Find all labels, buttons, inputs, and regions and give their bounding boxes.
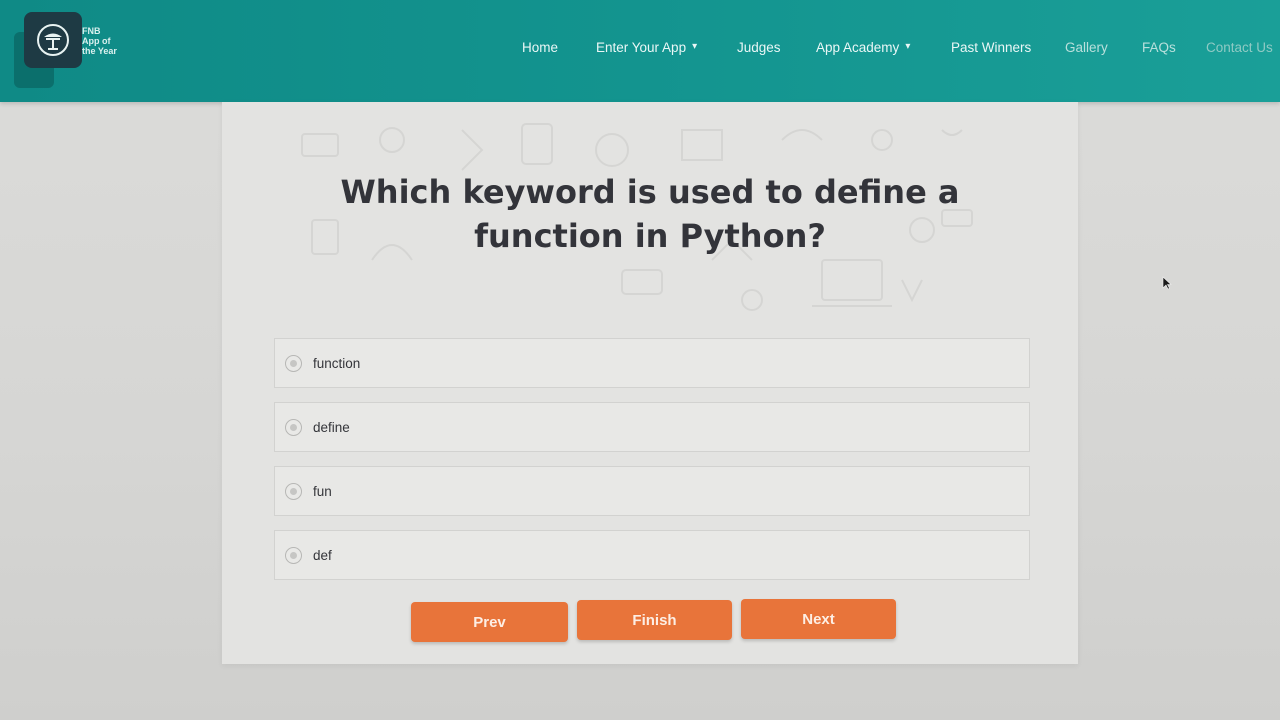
- nav-item-label: Gallery: [1065, 40, 1108, 55]
- nav-item-contact-us[interactable]: Contact Us: [1206, 40, 1273, 55]
- question-line-2: function in Python?: [474, 217, 826, 255]
- prev-button-label: Prev: [473, 613, 506, 631]
- radio-button[interactable]: [285, 546, 302, 564]
- question-line-1: Which keyword is used to define a: [340, 173, 960, 211]
- nav-item-enter-your-app[interactable]: Enter Your App ▾: [596, 40, 697, 55]
- nav-item-past-winners[interactable]: Past Winners: [951, 40, 1031, 55]
- site-header: FNB App of the Year Home Enter Your App …: [0, 0, 1280, 102]
- next-button-label: Next: [802, 610, 835, 628]
- finish-button[interactable]: Finish: [577, 600, 732, 640]
- answer-option-label: define: [313, 419, 350, 435]
- radio-button[interactable]: [285, 418, 302, 436]
- nav-item-label: FAQs: [1142, 40, 1176, 55]
- nav-item-label: Judges: [737, 40, 781, 55]
- nav-item-judges[interactable]: Judges: [737, 40, 781, 55]
- chevron-down-icon: ▾: [905, 41, 911, 52]
- quiz-card: Which keyword is used to define a functi…: [222, 102, 1078, 664]
- nav-item-app-academy[interactable]: App Academy ▾: [816, 40, 910, 55]
- quiz-navigation: Prev Finish Next: [411, 599, 901, 644]
- nav-item-label: App Academy: [816, 40, 900, 55]
- nav-item-label: Home: [522, 40, 559, 55]
- answer-option-define[interactable]: define: [274, 402, 1030, 452]
- nav-item-label: Past Winners: [951, 40, 1032, 55]
- nav-item-home[interactable]: Home: [522, 40, 558, 55]
- nav-item-label: Contact Us: [1206, 40, 1273, 55]
- logo-text-line1: FNB: [82, 26, 101, 36]
- nav-item-faqs[interactable]: FAQs: [1142, 40, 1176, 55]
- nav-item-gallery[interactable]: Gallery: [1065, 40, 1108, 55]
- chevron-down-icon: ▾: [692, 41, 698, 52]
- radio-button[interactable]: [285, 354, 302, 372]
- answer-option-label: def: [313, 547, 332, 563]
- answer-option-fun[interactable]: fun: [274, 466, 1030, 516]
- prev-button[interactable]: Prev: [411, 602, 568, 642]
- page: FNB App of the Year Home Enter Your App …: [0, 0, 1280, 720]
- answer-options: function define fun def: [274, 338, 1030, 594]
- finish-button-label: Finish: [632, 611, 677, 629]
- next-button[interactable]: Next: [741, 599, 896, 639]
- main-nav: Home Enter Your App ▾ Judges App Academy…: [0, 40, 1280, 64]
- nav-item-label: Enter Your App: [596, 40, 687, 55]
- radio-button[interactable]: [285, 482, 302, 500]
- answer-option-label: function: [313, 355, 361, 371]
- mouse-cursor-icon: [1162, 276, 1172, 290]
- question-text: Which keyword is used to define a functi…: [222, 170, 1078, 258]
- answer-option-label: fun: [313, 483, 332, 499]
- answer-option-def[interactable]: def: [274, 530, 1030, 580]
- answer-option-function[interactable]: function: [274, 338, 1030, 388]
